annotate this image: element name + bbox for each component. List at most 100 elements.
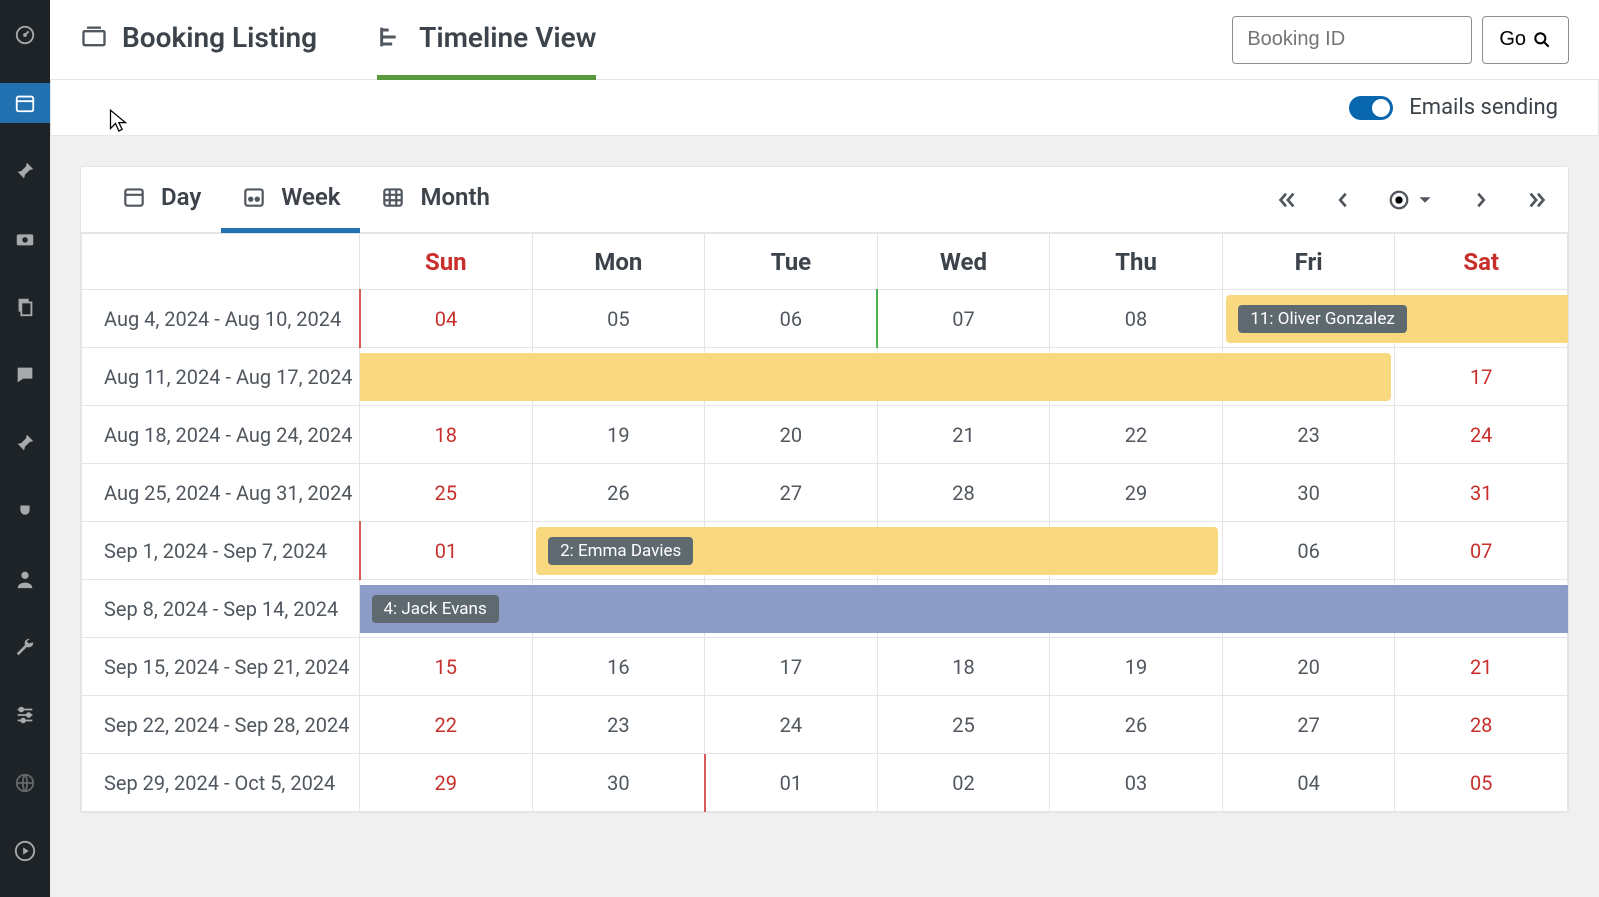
day-cell[interactable]: 31	[1395, 464, 1568, 522]
day-cell[interactable]: 02	[877, 754, 1050, 812]
day-cell[interactable]: 19	[1050, 638, 1223, 696]
day-cell[interactable]: 06	[705, 290, 878, 348]
day-cell[interactable]: 14	[1395, 580, 1568, 638]
nav-today[interactable]	[1388, 189, 1436, 211]
day-cell[interactable]: 19	[532, 406, 705, 464]
tab-timeline-view[interactable]: Timeline View	[377, 0, 596, 80]
day-cell[interactable]: 17	[1395, 348, 1568, 406]
day-cell[interactable]: 22	[1050, 406, 1223, 464]
day-cell[interactable]: 11	[877, 580, 1050, 638]
day-cell[interactable]: 15	[360, 638, 533, 696]
play-icon[interactable]	[0, 831, 50, 871]
day-cell[interactable]: 03	[1050, 754, 1223, 812]
day-cell[interactable]: 21	[877, 406, 1050, 464]
day-cell[interactable]: 18	[360, 406, 533, 464]
day-cell[interactable]: 03	[705, 522, 878, 580]
emails-toggle[interactable]	[1349, 96, 1393, 120]
tab-booking-listing[interactable]: Booking Listing	[80, 0, 317, 80]
day-cell[interactable]: 18	[877, 638, 1050, 696]
day-cell[interactable]: 06	[1222, 522, 1395, 580]
day-cell[interactable]: 13	[705, 348, 878, 406]
day-cell[interactable]: 04	[360, 290, 533, 348]
day-cell[interactable]: 10	[1395, 290, 1568, 348]
pin-icon[interactable]	[0, 151, 50, 191]
day-cell[interactable]: 27	[1222, 696, 1395, 754]
day-cell[interactable]: 24	[1395, 406, 1568, 464]
day-cell[interactable]: 15	[1050, 348, 1223, 406]
day-header: Sat	[1395, 234, 1568, 290]
nav-prev-fast[interactable]	[1276, 189, 1298, 211]
day-cell[interactable]: 11	[360, 348, 533, 406]
day-cell[interactable]: 29	[360, 754, 533, 812]
day-cell[interactable]: 29	[1050, 464, 1223, 522]
view-tab-day[interactable]: Day	[101, 167, 221, 233]
day-cell[interactable]: 12	[1050, 580, 1223, 638]
day-cell[interactable]: 01	[705, 754, 878, 812]
view-tab-label: Month	[420, 183, 489, 211]
week-range: Sep 1, 2024 - Sep 7, 2024	[82, 522, 360, 580]
day-cell[interactable]: 09	[532, 580, 705, 638]
wrench-icon[interactable]	[0, 627, 50, 667]
nav-next[interactable]	[1470, 189, 1492, 211]
go-button[interactable]: Go	[1482, 16, 1569, 64]
day-cell[interactable]: 04	[877, 522, 1050, 580]
day-cell[interactable]: 08	[1050, 290, 1223, 348]
view-tab-label: Week	[281, 183, 340, 211]
day-cell[interactable]: 14	[877, 348, 1050, 406]
week-range: Aug 4, 2024 - Aug 10, 2024	[82, 290, 360, 348]
user-icon[interactable]	[0, 559, 50, 599]
day-cell[interactable]: 23	[532, 696, 705, 754]
dashboard-icon[interactable]	[0, 15, 50, 55]
globe-icon[interactable]	[0, 763, 50, 803]
toolbar: Emails sending	[50, 80, 1599, 136]
pin2-icon[interactable]	[0, 423, 50, 463]
day-cell[interactable]: 17	[705, 638, 878, 696]
day-cell[interactable]: 02	[532, 522, 705, 580]
day-header: Sun	[360, 234, 533, 290]
comment-icon[interactable]	[0, 355, 50, 395]
day-cell[interactable]: 26	[532, 464, 705, 522]
files-icon[interactable]	[0, 287, 50, 327]
page-header: Booking Listing Timeline View Go	[50, 0, 1599, 80]
day-cell[interactable]: 01	[360, 522, 533, 580]
day-cell[interactable]: 04	[1222, 754, 1395, 812]
day-cell[interactable]: 12	[532, 348, 705, 406]
day-cell[interactable]: 05	[1395, 754, 1568, 812]
day-cell[interactable]: 30	[532, 754, 705, 812]
day-cell[interactable]: 05	[532, 290, 705, 348]
day-cell[interactable]: 05	[1050, 522, 1223, 580]
day-cell[interactable]: 16	[532, 638, 705, 696]
sliders-icon[interactable]	[0, 695, 50, 735]
day-cell[interactable]: 08	[360, 580, 533, 638]
day-cell[interactable]: 22	[360, 696, 533, 754]
day-cell[interactable]: 21	[1395, 638, 1568, 696]
day-cell[interactable]: 28	[1395, 696, 1568, 754]
nav-next-fast[interactable]	[1526, 189, 1548, 211]
day-cell[interactable]: 20	[705, 406, 878, 464]
day-cell[interactable]: 13	[1222, 580, 1395, 638]
view-tab-month[interactable]: Month	[360, 167, 509, 233]
view-tab-week[interactable]: Week	[221, 167, 360, 233]
camera-icon[interactable]	[0, 219, 50, 259]
timeline-row: Sep 8, 2024 - Sep 14, 202408091011121314	[82, 580, 1568, 638]
day-cell[interactable]: 07	[1395, 522, 1568, 580]
timeline-row: Aug 18, 2024 - Aug 24, 20241819202122232…	[82, 406, 1568, 464]
day-cell[interactable]: 28	[877, 464, 1050, 522]
day-cell[interactable]: 10	[705, 580, 878, 638]
day-cell[interactable]: 25	[360, 464, 533, 522]
day-cell[interactable]: 30	[1222, 464, 1395, 522]
day-cell[interactable]: 24	[705, 696, 878, 754]
day-cell[interactable]: 27	[705, 464, 878, 522]
day-cell[interactable]: 09	[1222, 290, 1395, 348]
day-cell[interactable]: 20	[1222, 638, 1395, 696]
day-cell[interactable]: 16	[1222, 348, 1395, 406]
week-range: Aug 11, 2024 - Aug 17, 2024	[82, 348, 360, 406]
plug-icon[interactable]	[0, 491, 50, 531]
day-cell[interactable]: 25	[877, 696, 1050, 754]
calendar-icon[interactable]	[0, 83, 50, 123]
day-cell[interactable]: 26	[1050, 696, 1223, 754]
booking-id-input[interactable]	[1232, 16, 1472, 64]
day-cell[interactable]: 07	[877, 290, 1050, 348]
nav-prev[interactable]	[1332, 189, 1354, 211]
day-cell[interactable]: 23	[1222, 406, 1395, 464]
